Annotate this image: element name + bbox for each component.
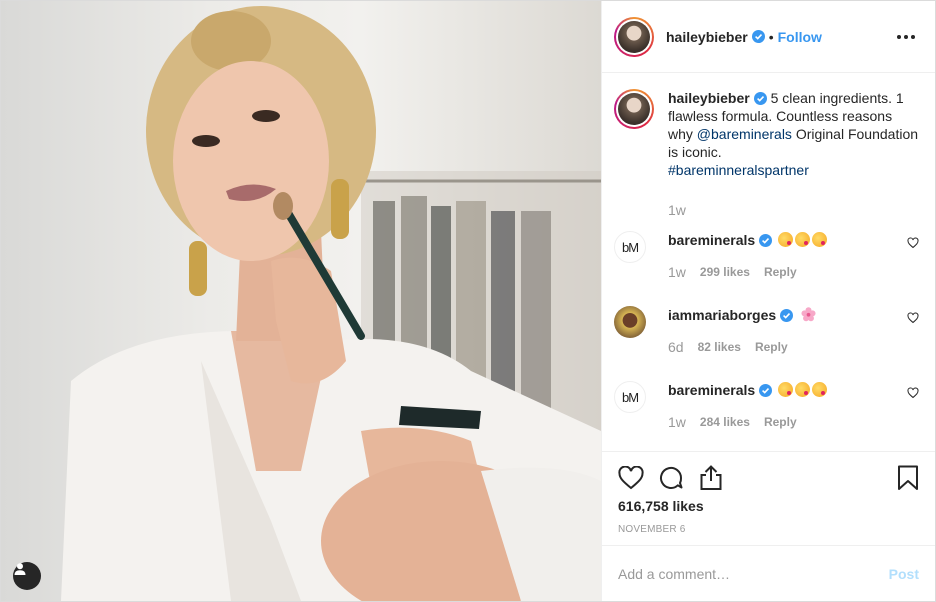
instagram-post: haileybieber • Follow haileybieber 5 cle… bbox=[0, 0, 936, 602]
avatar-ring-inner bbox=[616, 91, 652, 127]
cherry-blossom-emoji-icon bbox=[801, 307, 816, 322]
header-separator: • bbox=[768, 28, 774, 45]
avatar-image bbox=[618, 20, 650, 53]
comment-body: bareminerals 1w 284 likes Reply bbox=[656, 381, 899, 431]
comment-avatar[interactable]: bM bbox=[614, 381, 646, 413]
kiss-emoji-icon bbox=[778, 382, 794, 397]
comments-section: haileybieber 5 clean ingredients. 1 flaw… bbox=[602, 73, 935, 451]
caption-meta: 1w bbox=[668, 201, 919, 219]
comment-text: iammariaborges bbox=[668, 306, 899, 324]
comment-body: bareminerals 1w 299 likes Reply bbox=[656, 231, 899, 281]
verified-badge-icon bbox=[780, 309, 794, 322]
post-photo-illustration bbox=[61, 6, 601, 601]
add-comment-bar: Post bbox=[602, 545, 935, 601]
caption-mention-link[interactable]: @bareminerals bbox=[697, 126, 792, 142]
avatar-ring-inner bbox=[616, 18, 652, 55]
comment-likes[interactable]: 284 likes bbox=[700, 413, 750, 431]
comment-meta: 6d 82 likes Reply bbox=[668, 338, 899, 356]
kiss-emoji-icon bbox=[795, 232, 811, 247]
comment-username[interactable]: bareminerals bbox=[668, 232, 755, 248]
avatar-image bbox=[618, 93, 650, 125]
caption: haileybieber 5 clean ingredients. 1 flaw… bbox=[614, 89, 919, 219]
share-icon[interactable] bbox=[698, 465, 724, 491]
caption-avatar[interactable] bbox=[614, 89, 654, 129]
kiss-emoji-icon bbox=[778, 232, 794, 247]
caption-text: haileybieber 5 clean ingredients. 1 flaw… bbox=[668, 89, 919, 179]
comment-bubble-icon[interactable] bbox=[658, 465, 684, 491]
comment-username[interactable]: iammariaborges bbox=[668, 307, 776, 323]
verified-badge-icon bbox=[759, 384, 773, 397]
likes-count[interactable]: 616,758 likes bbox=[618, 498, 919, 514]
kiss-emoji-icon bbox=[795, 382, 811, 397]
post-photo[interactable] bbox=[1, 1, 601, 601]
comment-avatar[interactable]: bM bbox=[614, 231, 646, 263]
comment-reply-button[interactable]: Reply bbox=[755, 338, 788, 356]
comment-likes[interactable]: 299 likes bbox=[700, 263, 750, 281]
comment-meta: 1w 299 likes Reply bbox=[668, 263, 899, 281]
person-icon bbox=[14, 563, 26, 575]
caption-username[interactable]: haileybieber bbox=[668, 90, 750, 106]
comment-item: iammariaborges 6d 82 likes Reply bbox=[614, 306, 919, 372]
like-heart-icon[interactable] bbox=[618, 466, 644, 490]
save-bookmark-icon[interactable] bbox=[897, 465, 919, 491]
comment-item: bM bareminerals 1w 299 likes Reply bbox=[614, 231, 919, 297]
verified-badge-icon bbox=[759, 234, 773, 247]
verified-badge-icon bbox=[753, 92, 767, 105]
comment-text: bareminerals bbox=[668, 381, 899, 399]
follow-button[interactable]: Follow bbox=[778, 29, 822, 45]
tagged-users-button[interactable] bbox=[13, 562, 41, 590]
comment-like-heart-icon[interactable] bbox=[907, 387, 919, 399]
action-icons bbox=[618, 462, 919, 494]
post-actions: 616,758 likes NOVEMBER 6 bbox=[602, 451, 935, 545]
comment-reply-button[interactable]: Reply bbox=[764, 413, 797, 431]
post-side-panel: haileybieber • Follow haileybieber 5 cle… bbox=[601, 1, 935, 601]
comment-avatar-wrap: bM bbox=[614, 381, 656, 413]
comment-avatar-wrap: bM bbox=[614, 231, 656, 263]
kiss-emoji-icon bbox=[812, 232, 828, 247]
comment-avatar[interactable] bbox=[614, 306, 646, 338]
post-header: haileybieber • Follow bbox=[602, 1, 935, 73]
comment-like-heart-icon[interactable] bbox=[907, 312, 919, 324]
post-comment-button[interactable]: Post bbox=[889, 566, 919, 582]
comment-text: bareminerals bbox=[668, 231, 899, 249]
caption-hashtag-link[interactable]: #bareminneralspartner bbox=[668, 162, 809, 178]
more-options-icon[interactable] bbox=[893, 31, 919, 43]
add-comment-input[interactable] bbox=[618, 565, 889, 582]
post-date[interactable]: NOVEMBER 6 bbox=[618, 524, 919, 535]
comment-time[interactable]: 1w bbox=[668, 413, 686, 431]
comment-likes[interactable]: 82 likes bbox=[698, 338, 741, 356]
comment-item: bM bareminerals 1w 284 likes Reply bbox=[614, 381, 919, 447]
author-avatar[interactable] bbox=[614, 16, 654, 57]
comment-body: iammariaborges 6d 82 likes Reply bbox=[656, 306, 899, 356]
author-username[interactable]: haileybieber bbox=[666, 29, 748, 45]
caption-body: haileybieber 5 clean ingredients. 1 flaw… bbox=[656, 89, 919, 219]
caption-time[interactable]: 1w bbox=[668, 201, 686, 219]
kiss-emoji-icon bbox=[812, 382, 828, 397]
comment-reply-button[interactable]: Reply bbox=[764, 263, 797, 281]
comment-time[interactable]: 6d bbox=[668, 338, 684, 356]
verified-badge-icon bbox=[751, 30, 765, 43]
comment-like-heart-icon[interactable] bbox=[907, 237, 919, 249]
caption-avatar-wrap bbox=[614, 89, 656, 129]
comment-avatar-wrap bbox=[614, 306, 656, 338]
comment-username[interactable]: bareminerals bbox=[668, 382, 755, 398]
comment-time[interactable]: 1w bbox=[668, 263, 686, 281]
comment-meta: 1w 284 likes Reply bbox=[668, 413, 899, 431]
